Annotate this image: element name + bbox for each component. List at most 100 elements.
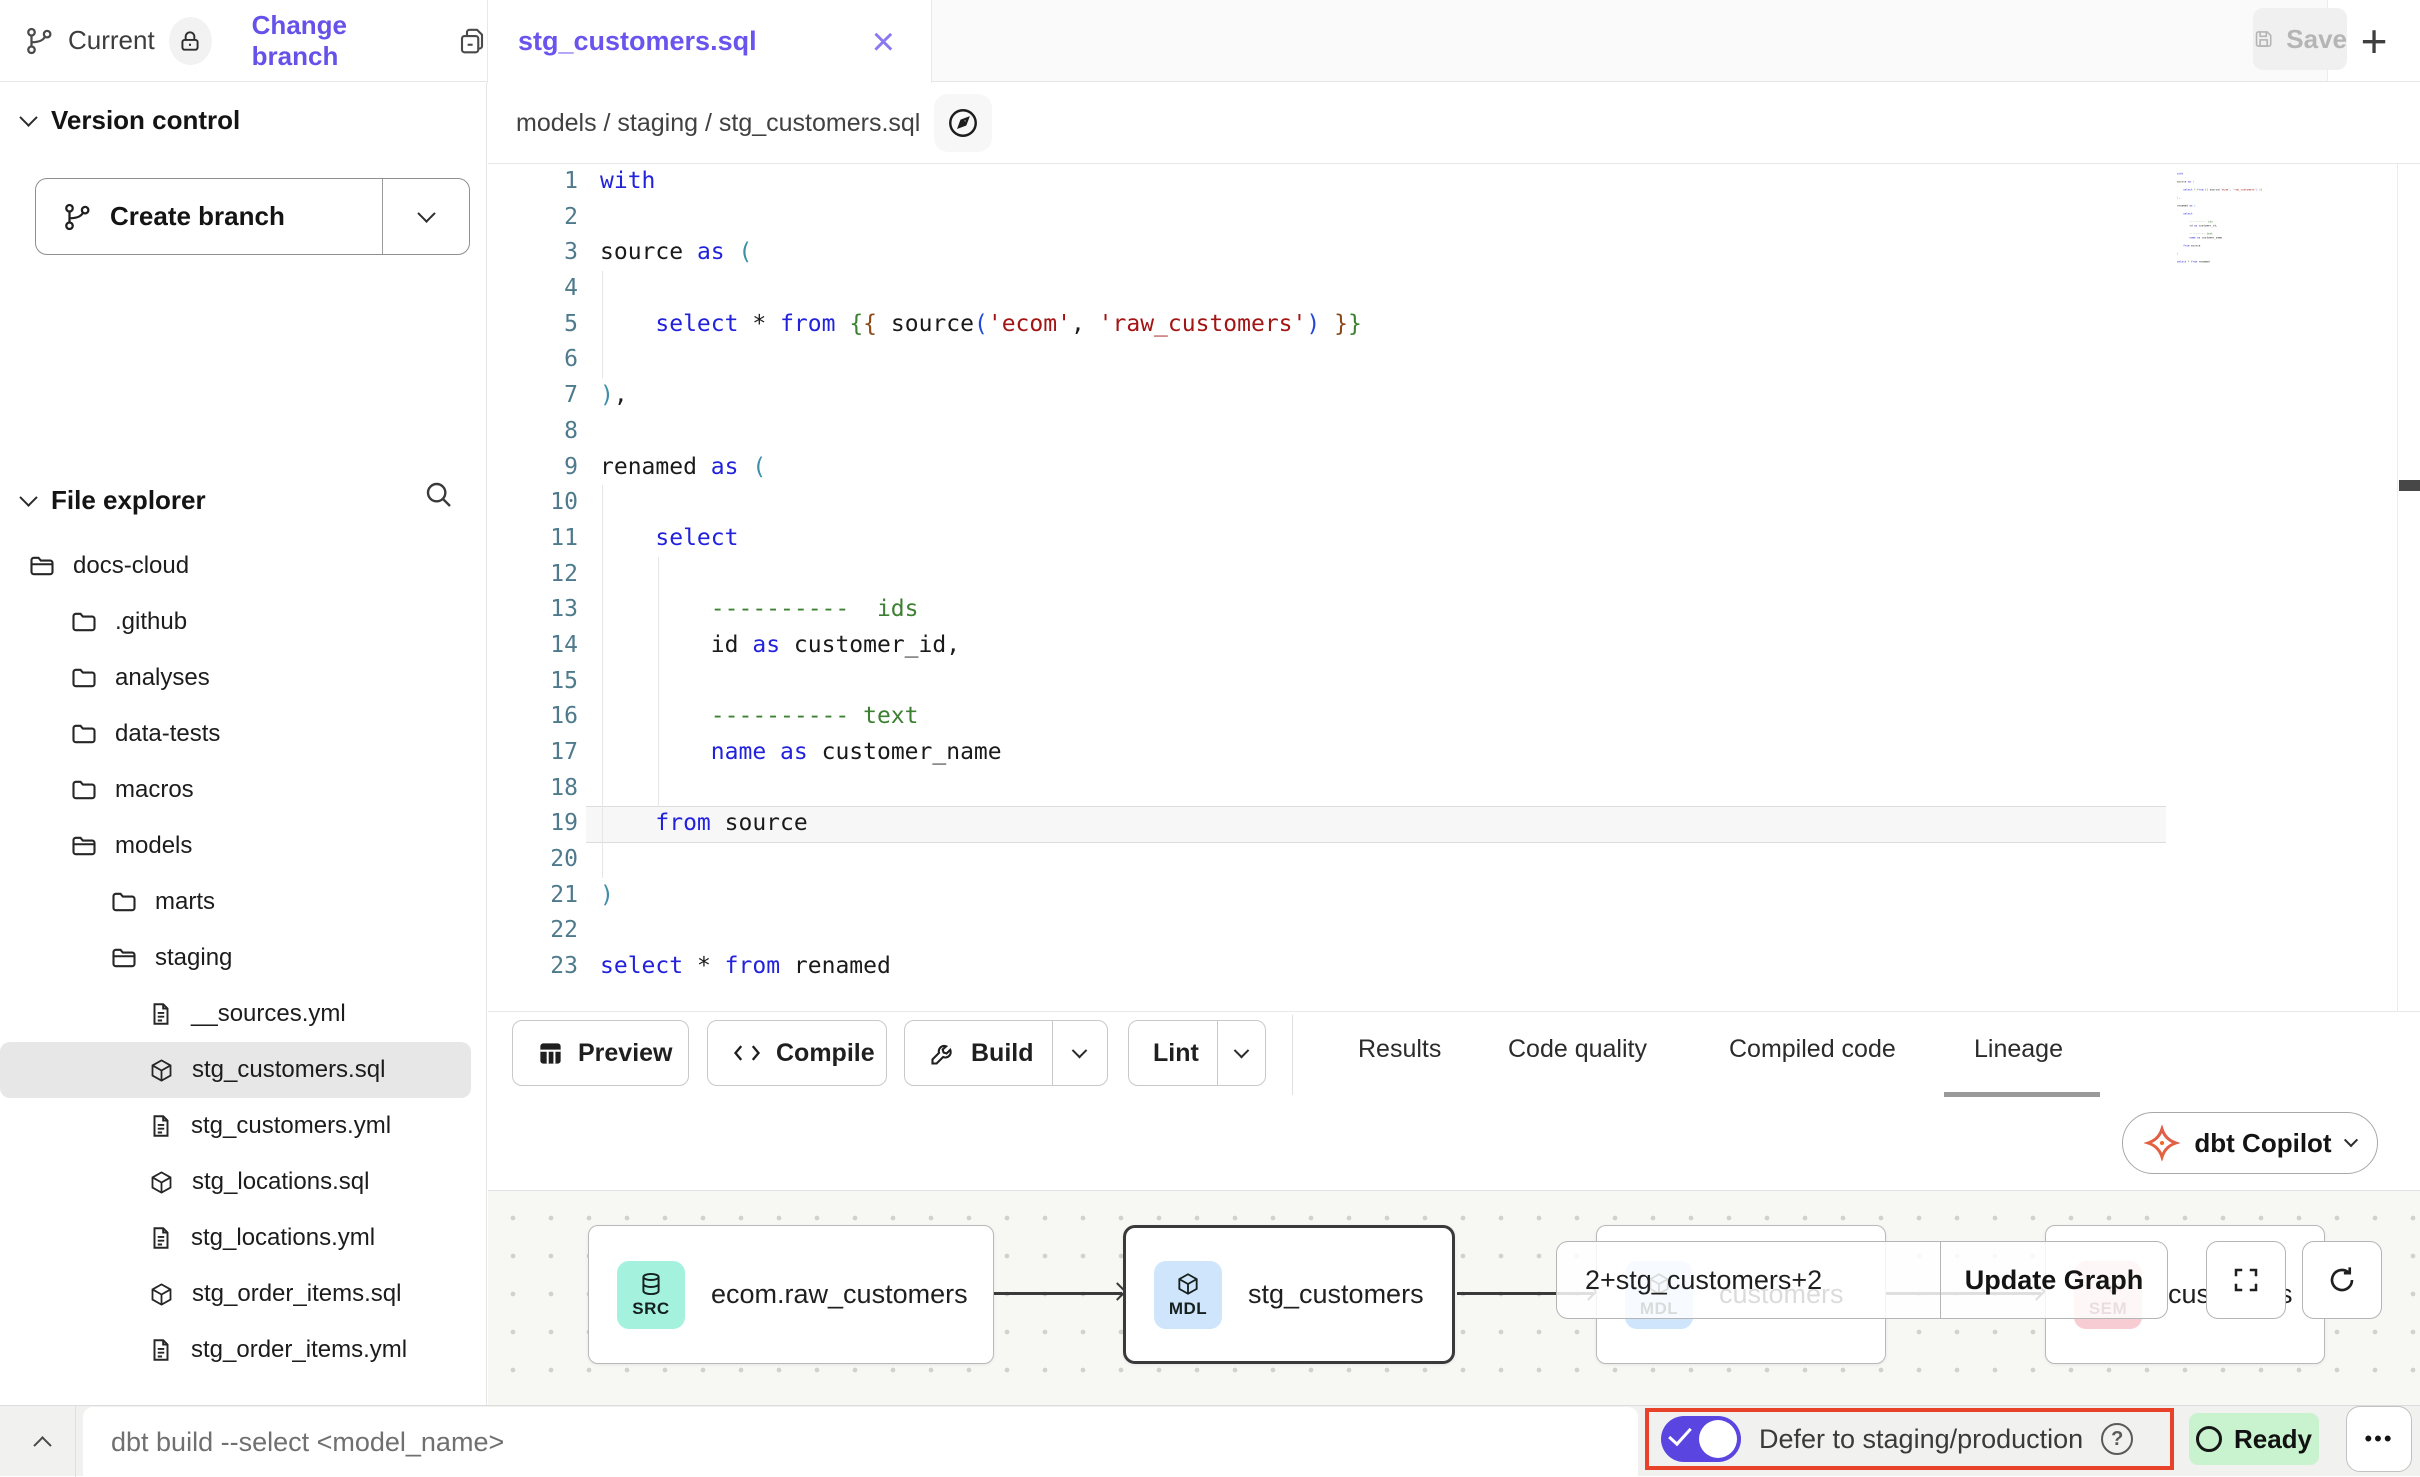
file-tree-label: stg_customers.yml (191, 1112, 391, 1140)
file-tree-item[interactable]: models (0, 818, 471, 874)
code-line: ), (600, 378, 1362, 414)
file-tree-item[interactable]: .github (0, 594, 471, 650)
file-explorer-header[interactable]: File explorer (0, 485, 486, 516)
code-line (600, 842, 1362, 878)
more-options-button[interactable]: ••• (2346, 1406, 2412, 1472)
file-tree-item[interactable]: stg_order_items.sql (0, 1266, 471, 1322)
file-tree-item[interactable]: marts (0, 874, 471, 930)
code-line (600, 664, 1362, 700)
search-icon[interactable] (422, 478, 454, 515)
lint-dropdown[interactable] (1217, 1021, 1265, 1085)
file-tree-item[interactable]: docs-cloud (0, 538, 471, 594)
branch-locked-chip (169, 17, 212, 65)
file-tree-item[interactable]: stg_locations.sql (0, 1154, 471, 1210)
compile-button[interactable]: Compile (707, 1020, 887, 1086)
folder-icon (70, 720, 98, 748)
build-dropdown[interactable] (1052, 1021, 1108, 1085)
create-branch-dropdown[interactable] (383, 179, 469, 254)
tab-lineage[interactable]: Lineage (1974, 1035, 2063, 1064)
tab-stg-customers-sql[interactable]: stg_customers.sql × (487, 0, 932, 83)
status-circle-icon (2196, 1426, 2222, 1452)
table-icon (537, 1040, 564, 1067)
chevron-down-icon (417, 204, 435, 222)
lineage-graph[interactable]: SRC ecom.raw_customers MDL stg_customers… (488, 1190, 2420, 1405)
file-tree-item[interactable]: macros (0, 762, 471, 818)
file-tree-item[interactable]: __sources.yml (0, 986, 471, 1042)
code-editor[interactable]: 1234567891011121314151617181920212223 wi… (488, 164, 2420, 1012)
tab-strip (932, 0, 2327, 82)
copy-icon[interactable] (457, 26, 487, 56)
folder-icon (110, 888, 138, 916)
minimap-divider (2397, 164, 2398, 1012)
command-input[interactable]: dbt build --select <model_name> (83, 1407, 1638, 1477)
tab-results[interactable]: Results (1358, 1035, 1441, 1064)
line-number: 18 (488, 771, 578, 807)
file-tree-item[interactable]: data-tests (0, 706, 471, 762)
folder-icon (70, 664, 98, 692)
file-tree-label: data-tests (115, 720, 220, 748)
dbt-copilot-icon (2144, 1125, 2180, 1161)
line-number: 17 (488, 735, 578, 771)
file-tree-label: stg_order_items.sql (192, 1280, 401, 1308)
save-label: Save (2286, 24, 2347, 55)
file-tree-item[interactable]: stg_locations.yml (0, 1210, 471, 1266)
indent-guide (602, 271, 603, 378)
indent-guide (658, 557, 659, 807)
folder-icon (70, 608, 98, 636)
code-line (600, 342, 1362, 378)
file-tree-item[interactable]: stg_customers.yml (0, 1098, 471, 1154)
version-control-header[interactable]: Version control (0, 105, 486, 136)
breadcrumb: models / staging / stg_customers.sql (516, 109, 920, 138)
tab-compiled-code[interactable]: Compiled code (1729, 1035, 1896, 1064)
node-title: ecom.raw_customers (711, 1279, 968, 1310)
dbt-copilot-button[interactable]: dbt Copilot (2122, 1112, 2378, 1174)
status-bar: dbt build --select <model_name> Defer to… (0, 1405, 2420, 1476)
compass-icon (946, 106, 980, 140)
update-graph-button[interactable]: Update Graph (1941, 1242, 2167, 1318)
chevron-up-icon (33, 1436, 51, 1454)
lint-button[interactable]: Lint (1128, 1020, 1266, 1086)
chevron-down-icon (19, 488, 37, 506)
tab-code-quality[interactable]: Code quality (1508, 1035, 1647, 1064)
file-tree-item[interactable]: stg_order_items.yml (0, 1322, 471, 1378)
defer-toggle[interactable] (1661, 1416, 1741, 1462)
change-branch-link[interactable]: Change branch (252, 10, 421, 72)
refresh-button[interactable] (2302, 1241, 2382, 1319)
compile-label: Compile (776, 1039, 875, 1068)
branch-widget: Current Change branch (0, 0, 487, 82)
chevron-down-icon (2344, 1133, 2358, 1147)
annotation-highlight: Defer to staging/production ? (1645, 1408, 2174, 1470)
editor-toolbar: Preview Compile Build Lint Results Code … (488, 1013, 2420, 1105)
line-number: 6 (488, 342, 578, 378)
cube-icon (148, 1169, 175, 1196)
preview-button[interactable]: Preview (512, 1020, 689, 1086)
file-tree-item[interactable]: analyses (0, 650, 471, 706)
create-branch-button[interactable]: Create branch (35, 178, 470, 255)
copilot-compass-button[interactable] (934, 94, 992, 152)
cube-icon (148, 1057, 175, 1084)
command-text: dbt build --select <model_name> (111, 1427, 504, 1458)
lineage-node-source[interactable]: SRC ecom.raw_customers (588, 1225, 994, 1364)
wrench-icon (929, 1039, 957, 1067)
fullscreen-button[interactable] (2206, 1241, 2286, 1319)
code-line: id as customer_id, (600, 628, 1362, 664)
collapse-panel-button[interactable] (22, 1426, 62, 1458)
file-tree-label: docs-cloud (73, 552, 189, 580)
close-icon[interactable]: × (872, 22, 895, 62)
code-line: ---------- ids (600, 592, 1362, 628)
line-number: 23 (488, 949, 578, 985)
breadcrumb-bar: models / staging / stg_customers.sql (488, 83, 2420, 164)
file-tree-item[interactable]: staging (0, 930, 471, 986)
help-icon[interactable]: ? (2101, 1423, 2133, 1455)
minimap[interactable]: withsource as ( select * from {{ source(… (2177, 172, 2393, 412)
file-tree-item[interactable]: stg_customers.sql (0, 1042, 471, 1098)
code-line: ) (600, 878, 1362, 914)
build-button[interactable]: Build (904, 1020, 1108, 1086)
lineage-node-stg-customers[interactable]: MDL stg_customers (1123, 1225, 1455, 1364)
divider (75, 1406, 76, 1477)
save-button[interactable]: Save (2253, 8, 2347, 70)
line-number: 11 (488, 521, 578, 557)
scrollbar-thumb[interactable] (2399, 480, 2420, 491)
lineage-selector-input[interactable]: 2+stg_customers+2 (1557, 1242, 1941, 1318)
defer-label: Defer to staging/production (1759, 1424, 2083, 1455)
